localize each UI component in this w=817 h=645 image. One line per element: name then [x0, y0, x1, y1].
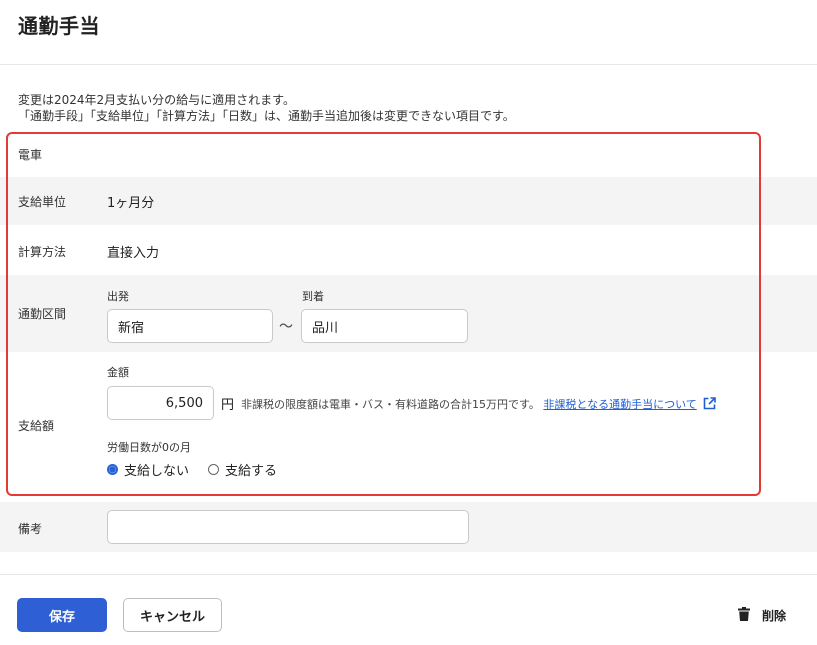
- departure-label: 出発: [107, 290, 129, 303]
- external-link-icon[interactable]: [703, 397, 717, 413]
- radio-no-pay-indicator[interactable]: [107, 464, 118, 475]
- tax-exempt-link[interactable]: 非課税となる通勤手当について: [543, 398, 696, 411]
- pay-unit-row: 支給単位 1ヶ月分: [0, 177, 817, 225]
- delete-button[interactable]: 削除: [738, 604, 786, 626]
- radio-pay[interactable]: 支給する: [208, 460, 277, 479]
- route-separator: ～: [279, 319, 293, 335]
- cancel-button[interactable]: キャンセル: [123, 598, 222, 632]
- title-divider: [0, 64, 817, 65]
- radio-no-pay[interactable]: 支給しない: [107, 460, 189, 479]
- footer-divider: [0, 574, 817, 575]
- remarks-row: 備考: [0, 502, 817, 552]
- zero-days-label: 労働日数が0の月: [107, 441, 191, 454]
- route-row: 通勤区間 出発 ～ 到着: [0, 275, 817, 352]
- transport-row: 電車: [0, 135, 817, 177]
- pay-unit-label: 支給単位: [18, 195, 67, 209]
- route-label: 通勤区間: [18, 307, 67, 321]
- radio-pay-label: 支給する: [225, 464, 278, 479]
- notice-line-1: 変更は2024年2月支払い分の給与に適用されます。: [18, 93, 295, 107]
- calc-method-row: 計算方法 直接入力: [0, 225, 817, 275]
- trash-icon[interactable]: [738, 606, 750, 624]
- arrival-input[interactable]: [301, 309, 468, 343]
- departure-input[interactable]: [107, 309, 273, 343]
- calc-method-label: 計算方法: [18, 245, 67, 259]
- tax-exempt-note: 非課税の限度額は電車・バス・有料道路の合計15万円です。 非課税となる通勤手当に…: [241, 396, 717, 413]
- radio-no-pay-label: 支給しない: [124, 464, 190, 479]
- delete-label: 削除: [762, 608, 787, 623]
- transport-value: 電車: [18, 148, 43, 162]
- amount-row-label: 支給額: [18, 419, 55, 433]
- pay-unit-value: 1ヶ月分: [107, 196, 155, 211]
- tax-exempt-note-text: 非課税の限度額は電車・バス・有料道路の合計15万円です。: [241, 398, 540, 411]
- page-title: 通勤手当: [18, 14, 100, 38]
- remarks-input[interactable]: [107, 510, 469, 544]
- notice-line-2: 「通勤手段」「支給単位」「計算方法」「日数」は、通勤手当追加後は変更できない項目…: [18, 109, 515, 123]
- remarks-label: 備考: [18, 522, 43, 536]
- calc-method-value: 直接入力: [107, 246, 160, 261]
- amount-input[interactable]: [107, 386, 214, 420]
- notice: 変更は2024年2月支払い分の給与に適用されます。 「通勤手段」「支給単位」「計…: [18, 92, 515, 124]
- arrival-label: 到着: [302, 290, 324, 303]
- amount-label: 金額: [107, 366, 129, 379]
- amount-row: 支給額 金額 円 非課税の限度額は電車・バス・有料道路の合計15万円です。 非課…: [0, 352, 817, 498]
- currency-unit: 円: [221, 398, 235, 413]
- save-button[interactable]: 保存: [17, 598, 107, 632]
- radio-pay-indicator[interactable]: [208, 464, 219, 475]
